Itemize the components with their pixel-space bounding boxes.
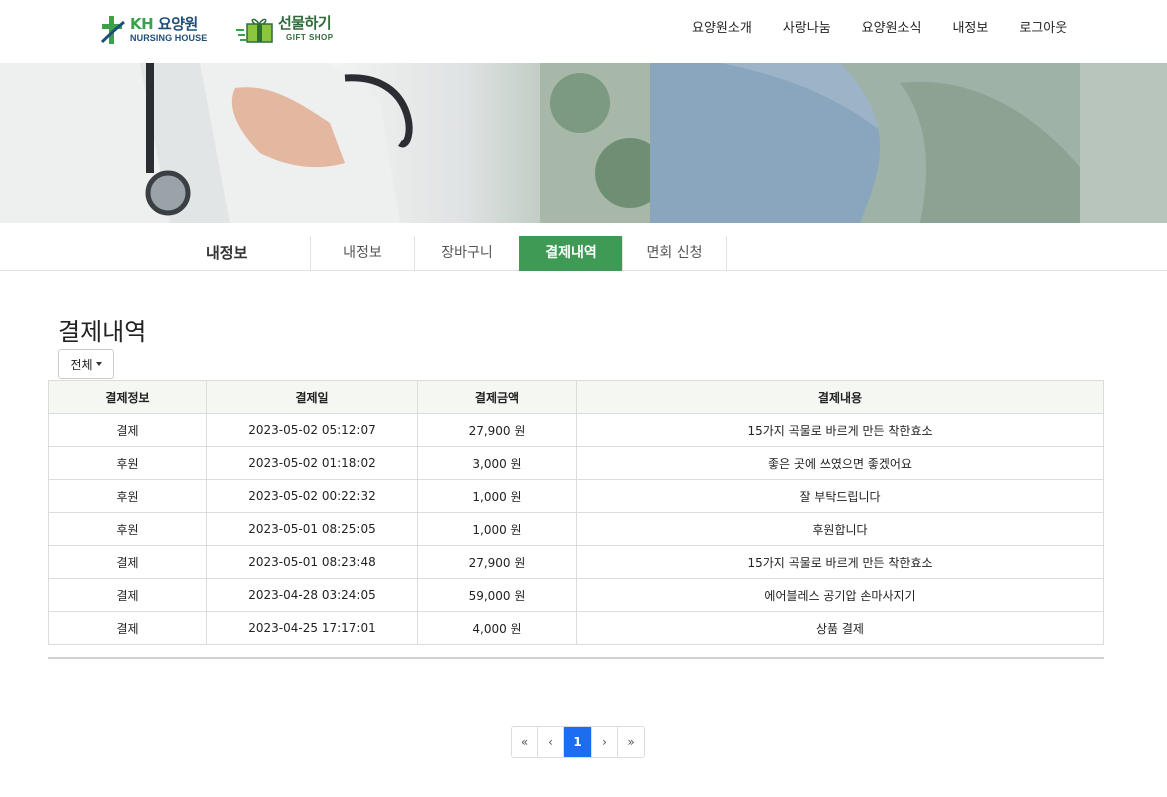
cell-amount: 1,000 원	[417, 512, 577, 546]
cell-date: 2023-05-02 01:18:02	[206, 446, 418, 480]
cell-type: 결제	[48, 545, 207, 579]
page-next-button[interactable]: ›	[592, 727, 618, 757]
cell-date: 2023-04-28 03:24:05	[206, 578, 418, 612]
cell-amount: 3,000 원	[417, 446, 577, 480]
cell-amount: 4,000 원	[417, 611, 577, 645]
page-last-button[interactable]: »	[618, 727, 644, 757]
section-title: 내정보	[206, 244, 248, 262]
caret-down-icon	[95, 362, 102, 366]
col-header-type: 결제정보	[48, 380, 207, 414]
cell-description: 좋은 곳에 쓰였으면 좋겠어요	[576, 446, 1104, 480]
cell-type: 후원	[48, 479, 207, 513]
cell-description: 후원합니다	[576, 512, 1104, 546]
hero-banner	[0, 63, 1167, 223]
logo-title: KH 요양원	[130, 15, 198, 33]
nav-item-my-info[interactable]: 내정보	[952, 17, 988, 36]
cell-date: 2023-04-25 17:17:01	[206, 611, 418, 645]
cell-date: 2023-05-02 05:12:07	[206, 413, 418, 447]
cell-type: 결제	[48, 413, 207, 447]
col-header-date: 결제일	[206, 380, 418, 414]
cell-type: 결제	[48, 611, 207, 645]
table-row: 후원 2023-05-01 08:25:05 1,000 원 후원합니다	[48, 512, 1104, 546]
cell-description: 15가지 곡물로 바르게 만든 착한효소	[576, 413, 1104, 447]
cell-date: 2023-05-01 08:25:05	[206, 512, 418, 546]
table-row: 결제 2023-04-25 17:17:01 4,000 원 상품 결제	[48, 611, 1104, 645]
cell-amount: 1,000 원	[417, 479, 577, 513]
tab-cart[interactable]: 장바구니	[414, 236, 519, 271]
payment-table: 결제정보 결제일 결제금액 결제내용 결제 2023-05-02 05:12:0…	[48, 380, 1104, 645]
cell-description: 상품 결제	[576, 611, 1104, 645]
divider	[48, 657, 1104, 659]
nav-item-logout[interactable]: 로그아웃	[1019, 17, 1067, 36]
table-row: 후원 2023-05-02 01:18:02 3,000 원 좋은 곳에 쓰였으…	[48, 446, 1104, 480]
header: KH 요양원 NURSING HOUSE 선물하기 GIFT SHOP 요양원소…	[0, 0, 1167, 63]
gift-title: 선물하기	[278, 14, 332, 32]
nursing-house-logo[interactable]: KH 요양원 NURSING HOUSE	[100, 14, 207, 46]
page-title: 결제내역	[58, 318, 147, 346]
pagination: « ‹ 1 › »	[511, 726, 645, 758]
table-row: 결제 2023-05-02 05:12:07 27,900 원 15가지 곡물로…	[48, 413, 1104, 447]
cell-amount: 59,000 원	[417, 578, 577, 612]
col-header-amount: 결제금액	[417, 380, 577, 414]
cell-amount: 27,900 원	[417, 545, 577, 579]
cell-description: 15가지 곡물로 바르게 만든 착한효소	[576, 545, 1104, 579]
nav-item-sharing[interactable]: 사랑나눔	[783, 17, 831, 36]
cell-type: 후원	[48, 512, 207, 546]
table-row: 결제 2023-04-28 03:24:05 59,000 원 에어블레스 공기…	[48, 578, 1104, 612]
cell-description: 잘 부탁드립니다	[576, 479, 1104, 513]
page-current-button[interactable]: 1	[564, 727, 592, 757]
sub-navigation: 내정보 내정보 장바구니 결제내역 면회 신청	[0, 223, 1167, 271]
gift-subtitle: GIFT SHOP	[286, 33, 334, 42]
cell-description: 에어블레스 공기압 손마사지기	[576, 578, 1104, 612]
gift-shop-logo[interactable]: 선물하기 GIFT SHOP	[236, 14, 334, 44]
page-prev-button[interactable]: ‹	[538, 727, 564, 757]
tab-payment-history[interactable]: 결제내역	[519, 236, 622, 271]
cell-date: 2023-05-02 00:22:32	[206, 479, 418, 513]
cell-type: 후원	[48, 446, 207, 480]
table-row: 후원 2023-05-02 00:22:32 1,000 원 잘 부탁드립니다	[48, 479, 1104, 513]
table-row: 결제 2023-05-01 08:23:48 27,900 원 15가지 곡물로…	[48, 545, 1104, 579]
tab-visit-request[interactable]: 면회 신청	[622, 236, 727, 271]
cell-date: 2023-05-01 08:23:48	[206, 545, 418, 579]
table-header-row: 결제정보 결제일 결제금액 결제내용	[48, 380, 1104, 414]
main-nav: 요양원소개 사랑나눔 요양원소식 내정보 로그아웃	[692, 17, 1067, 36]
cell-amount: 27,900 원	[417, 413, 577, 447]
tab-my-info[interactable]: 내정보	[310, 236, 414, 271]
col-header-description: 결제내용	[576, 380, 1104, 414]
filter-dropdown[interactable]: 전체	[58, 349, 114, 379]
hero-illustration	[0, 63, 1167, 223]
page-first-button[interactable]: «	[512, 727, 538, 757]
nav-item-news[interactable]: 요양원소식	[862, 17, 922, 36]
cross-logo-icon	[100, 14, 126, 46]
tab-bar: 내정보 장바구니 결제내역 면회 신청	[310, 236, 727, 271]
gift-box-icon	[236, 14, 274, 44]
cell-type: 결제	[48, 578, 207, 612]
logo-subtitle: NURSING HOUSE	[130, 33, 208, 43]
nav-item-about[interactable]: 요양원소개	[692, 17, 752, 36]
filter-label: 전체	[70, 357, 93, 372]
